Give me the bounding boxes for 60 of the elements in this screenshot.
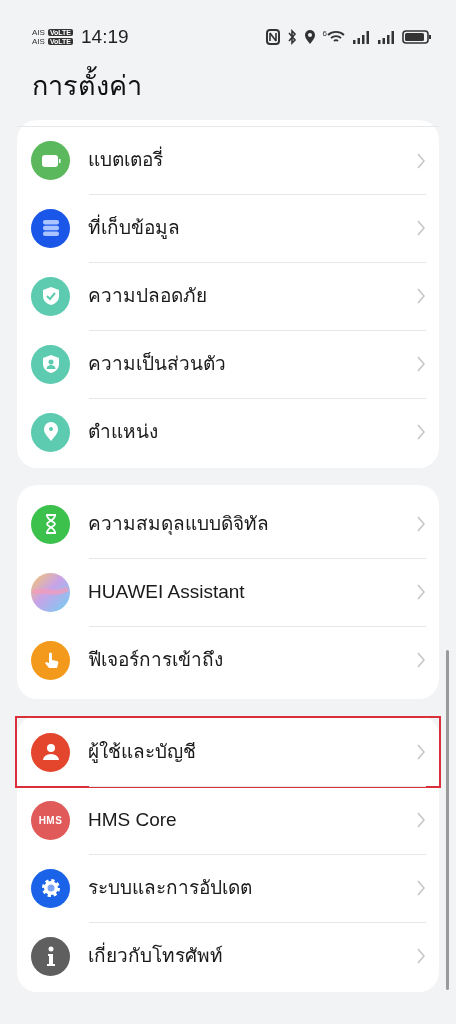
- icon-text: HMS: [38, 813, 63, 828]
- settings-row[interactable]: ที่เก็บข้อมูล: [17, 194, 439, 262]
- settings-row[interactable]: ตำแหน่ง: [17, 398, 439, 466]
- settings-row[interactable]: HUAWEI Assistant: [17, 558, 439, 626]
- chevron-icon: [417, 424, 425, 440]
- person-icon: [41, 743, 60, 761]
- row-label: ระบบและการอัปเดต: [88, 875, 252, 900]
- signal-icon: [377, 30, 395, 44]
- settings-row[interactable]: ฟีเจอร์การเข้าถึง: [17, 626, 439, 694]
- wifi-icon: [327, 30, 345, 44]
- row-label: ความเป็นส่วนตัว: [88, 351, 226, 376]
- shield-person-icon: [41, 354, 60, 374]
- row-label: ที่เก็บข้อมูล: [88, 213, 180, 241]
- chevron-icon: [417, 584, 425, 600]
- bluetooth-icon: [286, 29, 297, 45]
- battery-icon: [40, 153, 61, 168]
- row-label: HMS Core: [88, 807, 177, 832]
- chevron-icon: [417, 812, 425, 828]
- storage-icon: [41, 219, 60, 237]
- hourglass-icon: [43, 514, 58, 534]
- chevron-icon: [417, 356, 425, 372]
- row-label: ความปลอดภัย: [88, 283, 207, 308]
- battery-icon: [402, 29, 432, 45]
- chevron-icon: [417, 652, 425, 668]
- assistant-orb-icon: [31, 572, 70, 612]
- wifi-label: 6: [322, 30, 327, 38]
- row-label: HUAWEI Assistant: [88, 579, 245, 604]
- nfc-icon: [265, 29, 280, 45]
- settings-row[interactable]: ความเป็นส่วนตัว: [17, 330, 439, 398]
- gear-icon: [40, 878, 61, 898]
- settings-row[interactable]: ผู้ใช้และบัญชี: [17, 718, 439, 786]
- row-label: เกี่ยวกับโทรศัพท์: [88, 941, 223, 968]
- chevron-icon: [417, 880, 425, 896]
- carrier-label: AIS: [32, 28, 45, 37]
- settings-row[interactable]: เกี่ยวกับโทรศัพท์: [17, 922, 439, 990]
- location-icon: [303, 29, 316, 45]
- chevron-icon: [417, 516, 425, 532]
- page-title: การตั้งค่า: [0, 60, 456, 120]
- settings-row[interactable]: แบตเตอรี่: [17, 126, 439, 194]
- chevron-icon: [417, 948, 425, 964]
- location-pin-icon: [42, 422, 59, 442]
- row-label: ผู้ใช้และบัญชี: [88, 739, 196, 765]
- settings-row[interactable]: ระบบและการอัปเดต: [17, 854, 439, 922]
- row-label: แบตเตอรี่: [88, 146, 163, 175]
- row-label: ความสมดุลแบบดิจิทัล: [88, 511, 269, 537]
- chevron-icon: [417, 288, 425, 304]
- carrier-label: AIS: [32, 37, 45, 46]
- settings-row[interactable]: HMS HMS Core: [17, 786, 439, 854]
- chevron-icon: [417, 220, 425, 236]
- row-label: ตำแหน่ง: [88, 419, 158, 444]
- info-icon: [46, 946, 55, 966]
- row-label: ฟีเจอร์การเข้าถึง: [88, 647, 223, 672]
- shield-check-icon: [41, 286, 60, 306]
- settings-row[interactable]: ความปลอดภัย: [17, 262, 439, 330]
- signal-icon: [352, 30, 370, 44]
- chevron-icon: [417, 744, 425, 760]
- clock-text: 14:19: [81, 24, 129, 49]
- chevron-icon: [417, 152, 425, 169]
- settings-row[interactable]: ความสมดุลแบบดิจิทัล: [17, 490, 439, 558]
- hand-pointer-icon: [42, 650, 59, 670]
